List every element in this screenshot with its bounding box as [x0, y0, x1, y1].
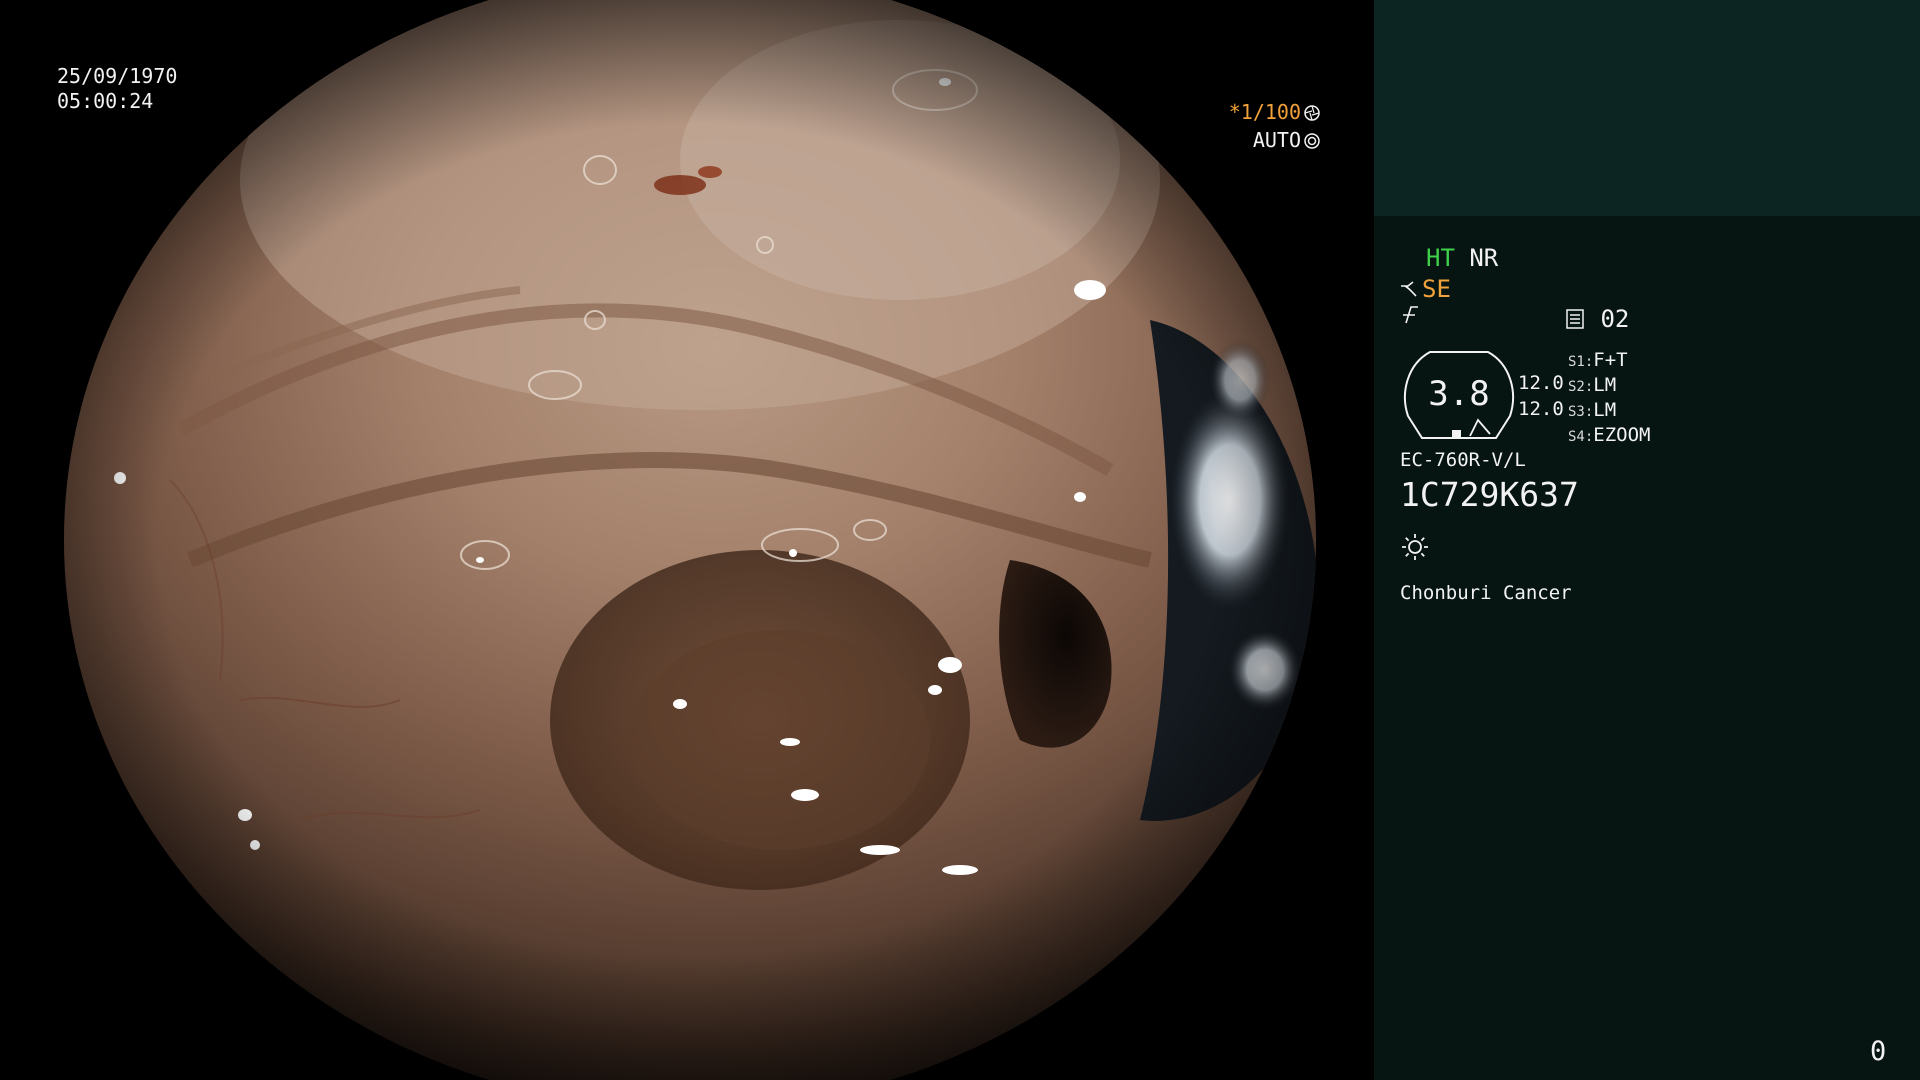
switch-row: S3:LM — [1568, 399, 1616, 421]
switch-value: EZOOM — [1593, 424, 1651, 446]
shutter-line: *1/100 — [1120, 98, 1320, 126]
light-source-icon — [1402, 534, 1428, 560]
switch-value: F+T — [1593, 349, 1628, 371]
aperture-icon — [1304, 105, 1320, 121]
scope-model: EC-760R-V/L — [1400, 449, 1526, 471]
switch-value: LM — [1593, 374, 1617, 396]
endoscope-image — [64, 0, 1316, 1080]
enhancement-mode: SE — [1422, 275, 1451, 303]
iris-icon — [1304, 133, 1320, 149]
iris-line: AUTO — [1120, 126, 1320, 154]
patient-info-area — [1374, 0, 1920, 216]
sharpness-row — [1400, 305, 1422, 331]
iris-mode: AUTO — [1252, 128, 1301, 152]
image-counter: 0 — [1870, 1036, 1887, 1067]
switch-value: LM — [1593, 399, 1617, 421]
sharpness-icon — [1403, 306, 1418, 324]
switch-row: S2:LM — [1568, 374, 1616, 396]
record-number: 02 — [1600, 305, 1630, 333]
switch-row: S4:EZOOM — [1568, 424, 1651, 446]
info-panel: HT NR SE 02 3.8 12.0 12.0 S1:F+T S2:LM S… — [1374, 0, 1920, 1080]
switch-key: S4: — [1568, 429, 1594, 445]
switch-key: S3: — [1568, 404, 1594, 420]
ratio-top: 12.0 — [1518, 372, 1564, 394]
mode-primary: HT — [1426, 244, 1455, 272]
scope-serial-number: 1C729K637 — [1400, 475, 1579, 514]
enhancement-row: SE — [1400, 275, 1451, 303]
exposure-readout: *1/100 AUTO — [1120, 98, 1374, 154]
switch-key: S2: — [1568, 379, 1594, 395]
ratio-bottom: 12.0 — [1518, 398, 1564, 420]
endoscopy-screen: 25/09/1970 05:00:24 *1/100 AUTO HT NR SE… — [0, 0, 1920, 1080]
memory-card-icon — [1566, 309, 1584, 329]
mode-secondary: NR — [1469, 244, 1499, 272]
shutter-speed: *1/100 — [1228, 100, 1301, 124]
contrast-curve-icon — [1401, 281, 1417, 297]
switch-key: S1: — [1568, 354, 1594, 370]
hospital-name: Chonburi Cancer — [1400, 582, 1572, 604]
endoscope-view: 25/09/1970 05:00:24 *1/100 AUTO — [0, 0, 1374, 1080]
record-row: 02 — [1564, 305, 1629, 333]
switch-row: S1:F+T — [1568, 349, 1628, 371]
exam-date: 25/09/1970 — [57, 64, 178, 88]
zoom-value: 3.8 — [1428, 374, 1490, 414]
exam-time: 05:00:24 — [57, 89, 154, 113]
image-mode-row: HT NR — [1426, 244, 1498, 272]
